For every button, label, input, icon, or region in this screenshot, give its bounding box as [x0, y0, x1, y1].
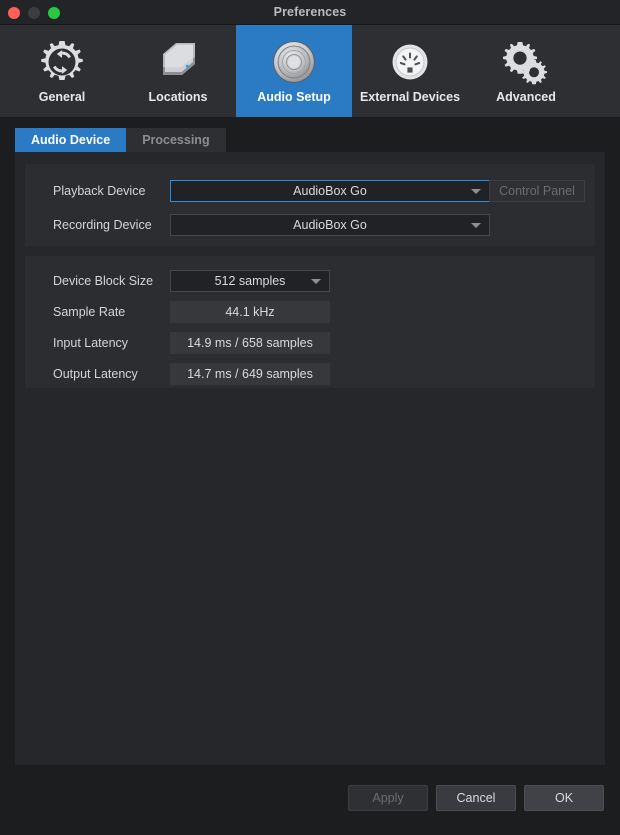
preferences-body: Audio Device Processing Playback Device …	[0, 118, 620, 835]
ok-button[interactable]: OK	[524, 785, 604, 811]
footer-button-group: Apply Cancel OK	[348, 785, 604, 811]
control-panel-button-label: Control Panel	[499, 184, 575, 198]
tab-label: Audio Device	[31, 133, 111, 147]
toolbar-item-label: General	[38, 90, 86, 104]
minimize-window-button[interactable]	[28, 6, 40, 19]
toolbar-item-label: Advanced	[496, 90, 556, 104]
dialog-footer: Apply Cancel OK	[0, 765, 620, 835]
toolbar-item-audio-setup[interactable]: Audio Setup	[236, 25, 352, 117]
gear-refresh-icon	[36, 36, 88, 88]
toolbar-item-external-devices[interactable]: External Devices	[352, 25, 468, 117]
output-latency-label: Output Latency	[53, 367, 138, 381]
chevron-down-icon	[311, 279, 321, 284]
toolbar-item-general[interactable]: General	[4, 25, 120, 117]
tab-strip: Audio Device Processing	[15, 128, 605, 152]
toolbar-item-advanced[interactable]: Advanced	[468, 25, 584, 117]
recording-device-value: AudioBox Go	[293, 218, 367, 232]
traffic-light-group	[8, 0, 60, 25]
cancel-button-label: Cancel	[456, 791, 496, 805]
sample-rate-row: Sample Rate 44.1 kHz	[25, 301, 595, 323]
close-window-button[interactable]	[8, 6, 20, 19]
preferences-window: Preferences General Locations Audio Setu…	[0, 0, 620, 835]
preferences-toolbar: General Locations Audio Setup External D…	[0, 25, 620, 118]
title-bar: Preferences	[0, 0, 620, 25]
gears-icon	[500, 36, 552, 88]
speaker-icon	[268, 36, 320, 88]
output-latency-row: Output Latency 14.7 ms / 649 samples	[25, 363, 595, 385]
sample-rate-label: Sample Rate	[53, 305, 126, 319]
sample-rate-value: 44.1 kHz	[225, 305, 275, 319]
tab-label: Processing	[142, 133, 210, 147]
ok-button-label: OK	[554, 791, 574, 805]
device-block-size-label: Device Block Size	[53, 274, 154, 288]
sample-rate-value-box: 44.1 kHz	[170, 301, 330, 323]
toolbar-item-locations[interactable]: Locations	[120, 25, 236, 117]
tab-processing[interactable]: Processing	[126, 128, 226, 152]
toolbar-item-label: Audio Setup	[257, 90, 331, 104]
recording-device-label: Recording Device	[53, 218, 152, 232]
cancel-button[interactable]: Cancel	[436, 785, 516, 811]
playback-device-combobox[interactable]: AudioBox Go	[170, 180, 490, 202]
input-latency-value-box: 14.9 ms / 658 samples	[170, 332, 330, 354]
apply-button-label: Apply	[372, 791, 404, 805]
input-latency-value: 14.9 ms / 658 samples	[187, 336, 313, 350]
midi-din-icon	[384, 36, 436, 88]
toolbar-item-label: External Devices	[359, 90, 461, 104]
output-latency-value-box: 14.7 ms / 649 samples	[170, 363, 330, 385]
toolbar-item-label: Locations	[148, 90, 208, 104]
device-block-size-row: Device Block Size 512 samples	[25, 270, 595, 292]
input-latency-label: Input Latency	[53, 336, 129, 350]
playback-device-value: AudioBox Go	[293, 184, 367, 198]
device-settings-group: Device Block Size 512 samples Sample Rat…	[25, 256, 595, 388]
recording-device-row: Recording Device AudioBox Go	[25, 214, 595, 236]
apply-button[interactable]: Apply	[348, 785, 428, 811]
chevron-down-icon	[471, 223, 481, 228]
device-block-size-value: 512 samples	[214, 274, 286, 288]
control-panel-button[interactable]: Control Panel	[489, 180, 585, 202]
chevron-down-icon	[471, 189, 481, 194]
zoom-window-button[interactable]	[48, 6, 60, 19]
audio-device-panel: Playback Device AudioBox Go Recording De…	[15, 152, 605, 835]
window-title: Preferences	[273, 5, 347, 19]
tab-audio-device[interactable]: Audio Device	[15, 128, 127, 152]
playback-device-label: Playback Device	[53, 184, 146, 198]
device-block-size-combobox[interactable]: 512 samples	[170, 270, 330, 292]
device-selection-group: Playback Device AudioBox Go Recording De…	[25, 164, 595, 246]
recording-device-combobox[interactable]: AudioBox Go	[170, 214, 490, 236]
hard-drive-icon	[152, 36, 204, 88]
output-latency-value: 14.7 ms / 649 samples	[187, 367, 313, 381]
input-latency-row: Input Latency 14.9 ms / 658 samples	[25, 332, 595, 354]
